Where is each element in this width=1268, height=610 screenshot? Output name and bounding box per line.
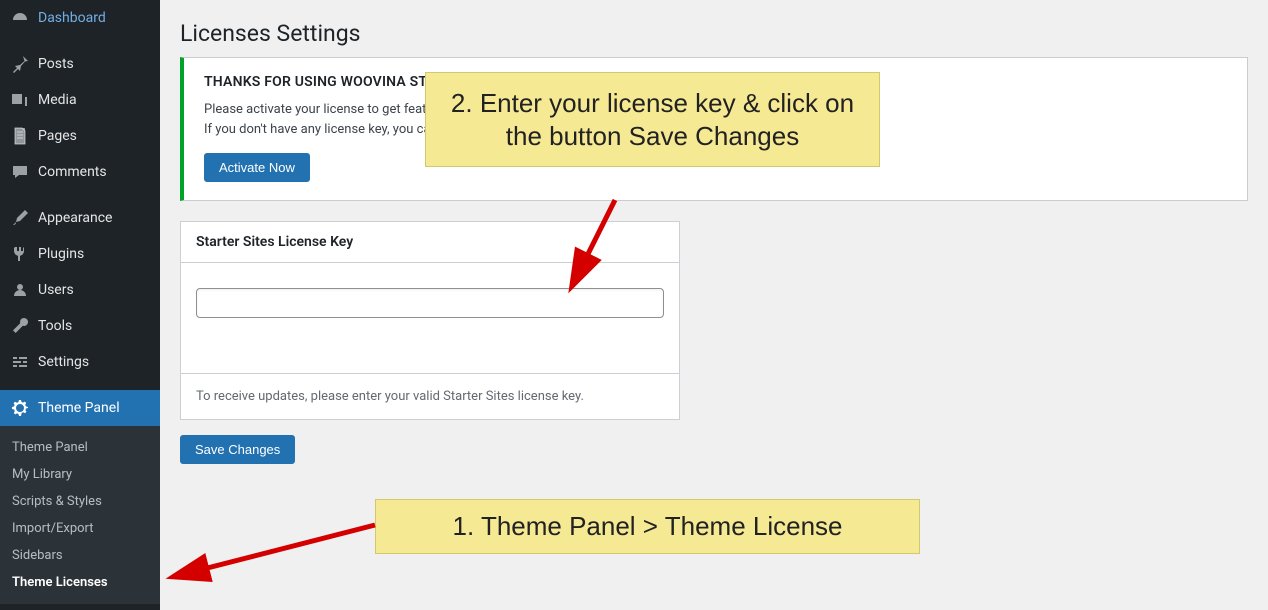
sidebar-item-label: Theme Panel	[38, 400, 120, 416]
gear-icon	[10, 398, 30, 418]
sidebar-item-label: Settings	[38, 354, 89, 370]
sidebar-item-plugins[interactable]: Plugins	[0, 236, 160, 272]
sidebar-item-users[interactable]: Users	[0, 272, 160, 308]
sidebar-item-settings[interactable]: Settings	[0, 344, 160, 380]
annotation-arrow-2	[560, 195, 640, 295]
save-changes-button[interactable]: Save Changes	[180, 435, 295, 464]
sidebar-item-theme-panel[interactable]: Theme Panel	[0, 390, 160, 426]
sidebar-item-label: Appearance	[38, 210, 112, 226]
submenu-item-sidebars[interactable]: Sidebars	[0, 542, 160, 569]
admin-sidebar: Dashboard Posts Media Pages Commen	[0, 0, 160, 610]
panel-footer-text: To receive updates, please enter your va…	[181, 373, 679, 419]
dashboard-icon	[10, 8, 30, 28]
sidebar-item-dashboard[interactable]: Dashboard	[0, 0, 160, 36]
sidebar-item-tools[interactable]: Tools	[0, 308, 160, 344]
sliders-icon	[10, 352, 30, 372]
sidebar-item-label: Posts	[38, 56, 74, 72]
sidebar-item-label: Pages	[38, 128, 77, 144]
activate-now-button[interactable]: Activate Now	[204, 153, 310, 182]
submenu-item-theme-licenses[interactable]: Theme Licenses	[0, 569, 160, 596]
pages-icon	[10, 126, 30, 146]
annotation-arrow-1	[170, 520, 390, 590]
sidebar-item-appearance[interactable]: Appearance	[0, 200, 160, 236]
submenu-item-scripts-styles[interactable]: Scripts & Styles	[0, 488, 160, 515]
users-icon	[10, 280, 30, 300]
sidebar-item-label: Users	[38, 282, 74, 298]
brush-icon	[10, 208, 30, 228]
media-icon	[10, 90, 30, 110]
sidebar-item-label: Tools	[38, 318, 72, 334]
sidebar-item-media[interactable]: Media	[0, 82, 160, 118]
sidebar-item-pages[interactable]: Pages	[0, 118, 160, 154]
page-title: Licenses Settings	[180, 0, 1248, 57]
sidebar-item-label: Comments	[38, 164, 107, 180]
plug-icon	[10, 244, 30, 264]
sidebar-item-label: Plugins	[38, 246, 84, 262]
annotation-step-1: 1. Theme Panel > Theme License	[375, 499, 920, 554]
sidebar-submenu: Theme Panel My Library Scripts & Styles …	[0, 426, 160, 604]
submenu-item-my-library[interactable]: My Library	[0, 461, 160, 488]
submenu-item-theme-panel[interactable]: Theme Panel	[0, 434, 160, 461]
comments-icon	[10, 162, 30, 182]
pin-icon	[10, 54, 30, 74]
sidebar-item-label: Dashboard	[38, 10, 106, 26]
sidebar-item-posts[interactable]: Posts	[0, 46, 160, 82]
sidebar-item-label: Media	[38, 92, 77, 108]
annotation-step-2: 2. Enter your license key & click on the…	[425, 72, 880, 167]
sidebar-item-comments[interactable]: Comments	[0, 154, 160, 190]
wrench-icon	[10, 316, 30, 336]
submenu-item-import-export[interactable]: Import/Export	[0, 515, 160, 542]
